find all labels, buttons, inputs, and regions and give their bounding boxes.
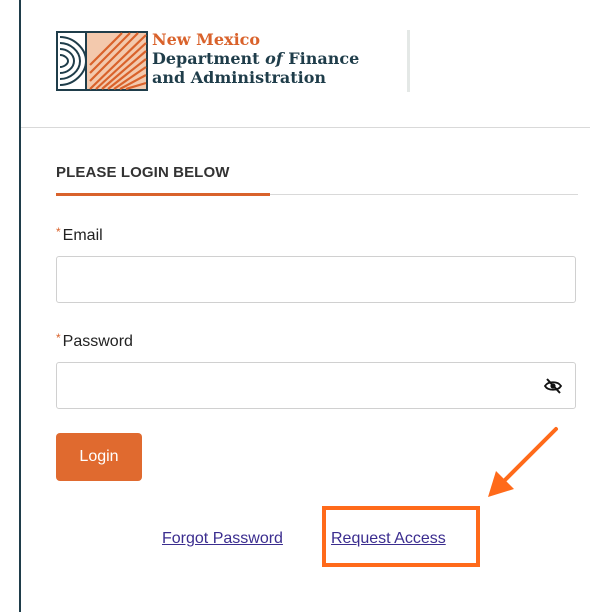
required-marker: * [56,225,61,239]
highlight-box [322,506,480,567]
password-field-wrapper [56,362,576,409]
logo-line-new-mexico: New Mexico [152,30,261,49]
password-label-text: Password [62,333,133,350]
header-rule [21,127,590,128]
eye-slash-icon[interactable] [543,376,563,396]
dfa-logo-icon [56,31,148,91]
email-label-text: Email [62,227,103,244]
email-field[interactable] [57,257,575,302]
left-border [19,0,21,612]
login-button[interactable]: Login [56,433,142,481]
forgot-password-link[interactable]: Forgot Password [162,530,283,548]
logo-line-department: Department of Finance [152,49,359,68]
arrow-icon [488,427,558,497]
password-label: * Password [56,331,133,351]
login-page: New Mexico Department of Finance and Adm… [0,0,590,612]
logo-wordmark: New Mexico Department of Finance and Adm… [152,30,359,87]
section-rule-accent [56,193,270,196]
logo-line-administration: and Administration [152,68,327,87]
email-label: * Email [56,225,103,245]
password-field[interactable] [57,363,575,408]
section-title: PLEASE LOGIN BELOW [56,164,230,181]
logo-department-text: Department [152,49,266,68]
required-marker: * [56,331,61,345]
email-field-wrapper [56,256,576,303]
logo-finance-text: Finance [282,49,360,68]
logo-of-text: of [265,49,283,68]
header-divider [407,30,410,92]
